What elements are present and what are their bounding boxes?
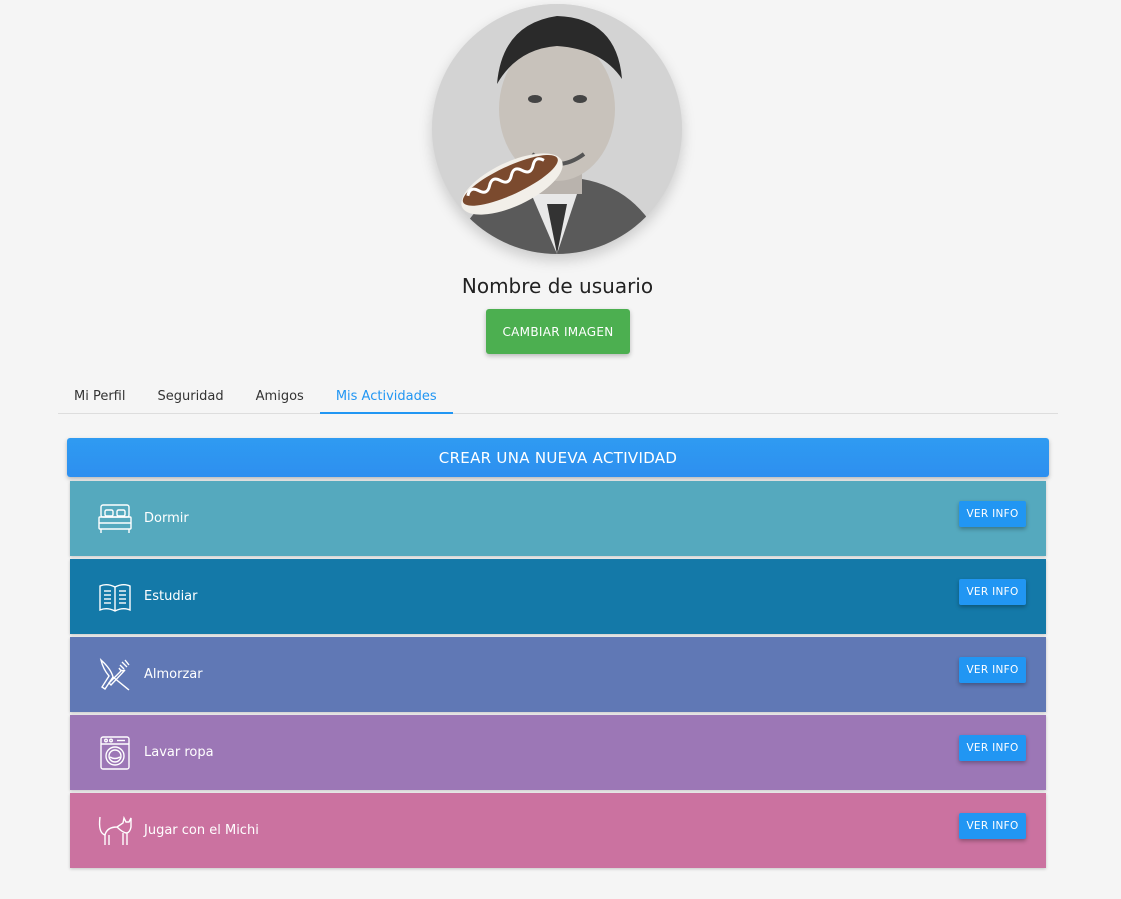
ver-info-button[interactable]: VER INFO [959,579,1026,605]
cat-icon [97,813,133,849]
profile-tabs: Mi Perfil Seguridad Amigos Mis Actividad… [58,380,1058,414]
activity-label: Almorzar [144,667,203,682]
change-image-button[interactable]: CAMBIAR IMAGEN [486,309,630,354]
activity-label: Lavar ropa [144,745,214,760]
ver-info-button[interactable]: VER INFO [959,813,1026,839]
washing-machine-icon [97,735,133,771]
tab-mi-perfil[interactable]: Mi Perfil [58,380,141,413]
ver-info-button[interactable]: VER INFO [959,657,1026,683]
bed-icon [97,501,133,537]
tab-seguridad[interactable]: Seguridad [141,380,239,413]
activity-label: Jugar con el Michi [144,823,259,838]
activity-item-lavar-ropa: Lavar ropa VER INFO [70,715,1046,790]
activity-label: Estudiar [144,589,198,604]
username: Nombre de usuario [461,274,654,298]
activity-list: Dormir VER INFO Estudiar VER INFO Almorz… [70,481,1046,871]
activity-item-almorzar: Almorzar VER INFO [70,637,1046,712]
activity-label: Dormir [144,511,189,526]
cutlery-icon [97,657,133,693]
activity-item-dormir: Dormir VER INFO [70,481,1046,556]
book-icon [97,579,133,615]
create-activity-button[interactable]: CREAR UNA NUEVA ACTIVIDAD [67,438,1049,477]
profile-avatar [432,4,682,254]
tab-mis-actividades[interactable]: Mis Actividades [319,380,453,414]
ver-info-button[interactable]: VER INFO [959,735,1026,761]
activity-item-estudiar: Estudiar VER INFO [70,559,1046,634]
activity-item-jugar-con-el-michi: Jugar con el Michi VER INFO [70,793,1046,868]
tab-amigos[interactable]: Amigos [240,380,320,413]
ver-info-button[interactable]: VER INFO [959,501,1026,527]
